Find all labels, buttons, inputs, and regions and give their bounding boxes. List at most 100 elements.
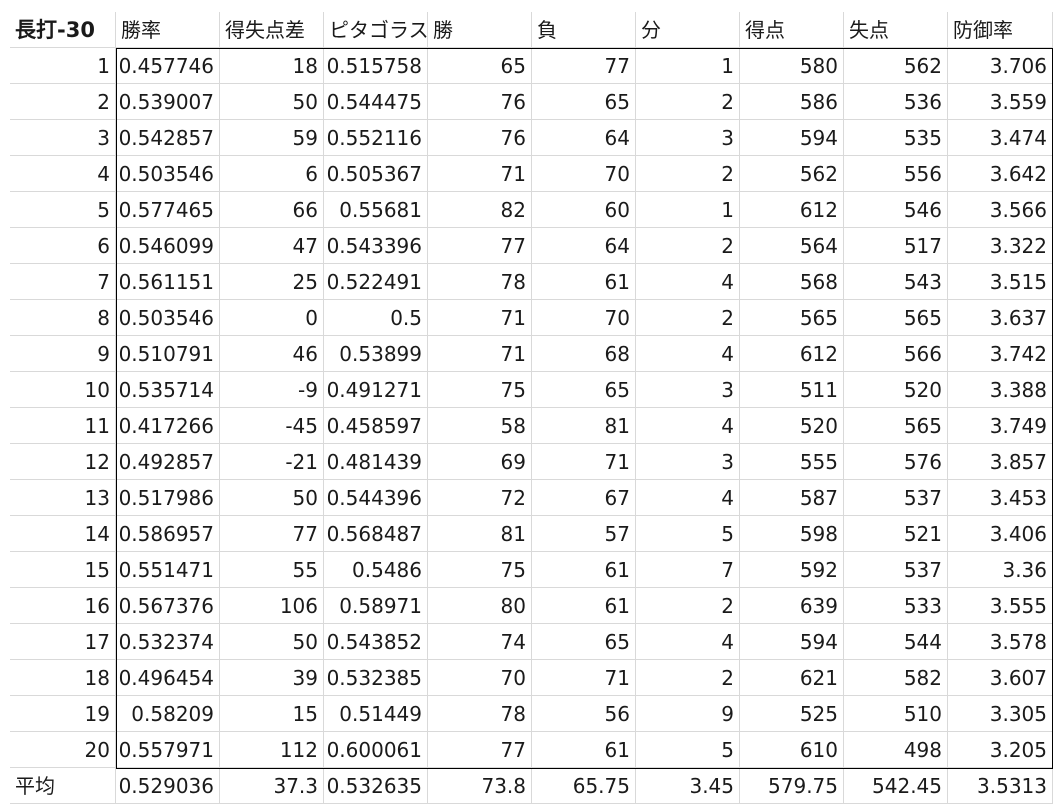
pythagorean-cell[interactable]: 0.481439 <box>324 444 428 480</box>
losses-cell[interactable]: 65 <box>532 84 636 120</box>
run-diff-cell[interactable]: 0 <box>220 300 324 336</box>
wins-cell[interactable]: 74 <box>428 624 532 660</box>
win-rate-cell[interactable]: 0.539007 <box>116 84 220 120</box>
runs-allowed-cell[interactable]: 566 <box>844 336 948 372</box>
row-number-cell[interactable]: 7 <box>10 264 116 300</box>
runs-allowed-cell[interactable]: 510 <box>844 696 948 732</box>
run-diff-cell[interactable]: 50 <box>220 624 324 660</box>
run-diff-cell[interactable]: 66 <box>220 192 324 228</box>
header-cell-era[interactable]: 防御率 <box>948 12 1053 48</box>
pythagorean-cell[interactable]: 0.5 <box>324 300 428 336</box>
losses-cell[interactable]: 67 <box>532 480 636 516</box>
ties-cell[interactable]: 2 <box>636 228 740 264</box>
losses-cell[interactable]: 61 <box>532 264 636 300</box>
wins-cell[interactable]: 78 <box>428 696 532 732</box>
losses-cell[interactable]: 70 <box>532 156 636 192</box>
era-cell[interactable]: 3.706 <box>948 48 1053 84</box>
win-rate-cell[interactable]: 0.535714 <box>116 372 220 408</box>
run-diff-cell[interactable]: 112 <box>220 732 324 768</box>
era-cell[interactable]: 3.555 <box>948 588 1053 624</box>
row-number-cell[interactable]: 5 <box>10 192 116 228</box>
runs-scored-cell[interactable]: 610 <box>740 732 844 768</box>
runs-allowed-cell[interactable]: 565 <box>844 300 948 336</box>
ties-cell[interactable]: 1 <box>636 48 740 84</box>
win-rate-cell[interactable]: 0.492857 <box>116 444 220 480</box>
losses-cell[interactable]: 71 <box>532 660 636 696</box>
losses-cell[interactable]: 70 <box>532 300 636 336</box>
runs-allowed-cell[interactable]: 544 <box>844 624 948 660</box>
era-cell[interactable]: 3.857 <box>948 444 1053 480</box>
runs-allowed-cell[interactable]: 521 <box>844 516 948 552</box>
runs-allowed-cell[interactable]: 517 <box>844 228 948 264</box>
era-cell[interactable]: 3.453 <box>948 480 1053 516</box>
losses-cell[interactable]: 61 <box>532 552 636 588</box>
losses-cell[interactable]: 71 <box>532 444 636 480</box>
run-diff-cell[interactable]: 39 <box>220 660 324 696</box>
pythagorean-cell[interactable]: 0.544475 <box>324 84 428 120</box>
runs-scored-cell[interactable]: 525 <box>740 696 844 732</box>
wins-cell[interactable]: 75 <box>428 372 532 408</box>
losses-cell[interactable]: 65 <box>532 624 636 660</box>
header-cell-ties[interactable]: 分 <box>636 12 740 48</box>
header-cell-runs-scored[interactable]: 得点 <box>740 12 844 48</box>
pythagorean-cell[interactable]: 0.568487 <box>324 516 428 552</box>
wins-cell[interactable]: 76 <box>428 120 532 156</box>
run-diff-cell[interactable]: 18 <box>220 48 324 84</box>
wins-cell[interactable]: 77 <box>428 228 532 264</box>
losses-cell[interactable]: 77 <box>532 48 636 84</box>
run-diff-cell[interactable]: 59 <box>220 120 324 156</box>
run-diff-cell[interactable]: -21 <box>220 444 324 480</box>
era-cell[interactable]: 3.578 <box>948 624 1053 660</box>
ties-cell[interactable]: 2 <box>636 300 740 336</box>
era-cell[interactable]: 3.474 <box>948 120 1053 156</box>
row-number-cell[interactable]: 19 <box>10 696 116 732</box>
era-cell[interactable]: 3.322 <box>948 228 1053 264</box>
win-rate-cell[interactable]: 0.586957 <box>116 516 220 552</box>
row-number-cell[interactable]: 2 <box>10 84 116 120</box>
runs-allowed-cell[interactable]: 562 <box>844 48 948 84</box>
pythagorean-cell[interactable]: 0.58971 <box>324 588 428 624</box>
runs-scored-cell[interactable]: 568 <box>740 264 844 300</box>
row-number-cell[interactable]: 9 <box>10 336 116 372</box>
losses-cell[interactable]: 65 <box>532 372 636 408</box>
pythagorean-cell[interactable]: 0.51449 <box>324 696 428 732</box>
row-number-cell[interactable]: 10 <box>10 372 116 408</box>
win-rate-cell[interactable]: 0.551471 <box>116 552 220 588</box>
runs-scored-cell[interactable]: 520 <box>740 408 844 444</box>
runs-allowed-cell[interactable]: 543 <box>844 264 948 300</box>
ties-cell[interactable]: 1 <box>636 192 740 228</box>
runs-allowed-cell[interactable]: 498 <box>844 732 948 768</box>
ties-cell[interactable]: 3 <box>636 120 740 156</box>
era-cell[interactable]: 3.642 <box>948 156 1053 192</box>
row-number-cell[interactable]: 8 <box>10 300 116 336</box>
header-cell-win-rate[interactable]: 勝率 <box>116 12 220 48</box>
win-rate-cell[interactable]: 0.567376 <box>116 588 220 624</box>
row-number-cell[interactable]: 3 <box>10 120 116 156</box>
win-rate-cell[interactable]: 0.496454 <box>116 660 220 696</box>
header-cell-losses[interactable]: 負 <box>532 12 636 48</box>
row-number-cell[interactable]: 4 <box>10 156 116 192</box>
win-rate-cell[interactable]: 0.542857 <box>116 120 220 156</box>
win-rate-cell[interactable]: 0.557971 <box>116 732 220 768</box>
wins-cell[interactable]: 69 <box>428 444 532 480</box>
row-number-cell[interactable]: 16 <box>10 588 116 624</box>
win-rate-cell[interactable]: 0.561151 <box>116 264 220 300</box>
win-rate-cell[interactable]: 0.510791 <box>116 336 220 372</box>
era-cell[interactable]: 3.559 <box>948 84 1053 120</box>
runs-allowed-cell[interactable]: 537 <box>844 552 948 588</box>
runs-allowed-cell[interactable]: 520 <box>844 372 948 408</box>
pythagorean-cell[interactable]: 0.5486 <box>324 552 428 588</box>
runs-scored-cell[interactable]: 592 <box>740 552 844 588</box>
run-diff-cell[interactable]: 6 <box>220 156 324 192</box>
ties-cell[interactable]: 4 <box>636 480 740 516</box>
era-cell[interactable]: 3.205 <box>948 732 1053 768</box>
pythagorean-cell[interactable]: 0.491271 <box>324 372 428 408</box>
average-cell[interactable]: 3.5313 <box>948 768 1053 804</box>
pythagorean-cell[interactable]: 0.53899 <box>324 336 428 372</box>
run-diff-cell[interactable]: 47 <box>220 228 324 264</box>
ties-cell[interactable]: 9 <box>636 696 740 732</box>
run-diff-cell[interactable]: -45 <box>220 408 324 444</box>
ties-cell[interactable]: 3 <box>636 444 740 480</box>
wins-cell[interactable]: 65 <box>428 48 532 84</box>
run-diff-cell[interactable]: -9 <box>220 372 324 408</box>
